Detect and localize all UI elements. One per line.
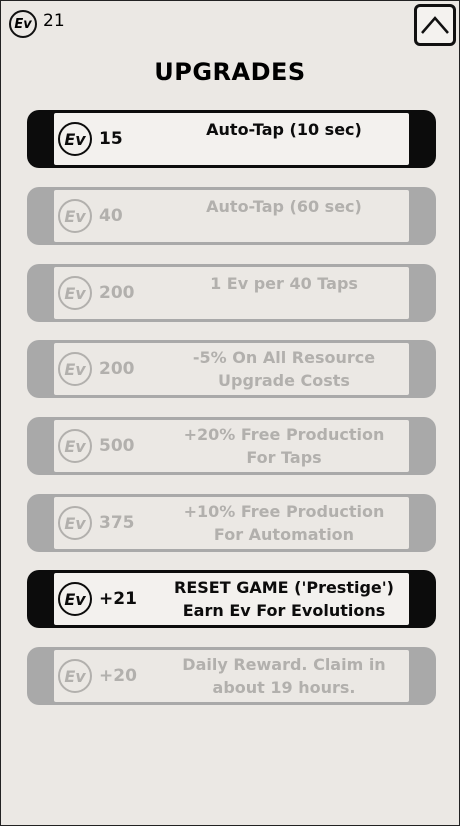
upgrade-auto-tap-60-button[interactable]: Ev 40 Auto-Tap (60 sec)	[27, 187, 436, 245]
upgrade-cost: 40	[99, 206, 123, 226]
reset-game-prestige-button[interactable]: Ev +21 RESET GAME ('Prestige') Earn Ev F…	[27, 570, 436, 628]
collapse-button[interactable]	[414, 4, 456, 46]
upgrade-free-production-automation-button[interactable]: Ev 375 +10% Free Production For Automati…	[27, 494, 436, 552]
ev-cost-icon: Ev	[58, 199, 92, 233]
upgrade-cost: 200	[99, 283, 135, 303]
upgrade-resource-cost-button[interactable]: Ev 200 -5% On All Resource Upgrade Costs	[27, 340, 436, 398]
ev-cost-icon: Ev	[58, 506, 92, 540]
upgrade-label: Auto-Tap (10 sec)	[206, 120, 362, 139]
upgrade-label: Daily Reward. Claim in about 19 hours.	[182, 655, 386, 697]
upgrade-reward: +21	[99, 589, 137, 609]
upgrade-label: +10% Free Production For Automation	[183, 502, 385, 544]
ev-cost-icon: Ev	[58, 352, 92, 386]
ev-reward-icon: Ev	[58, 659, 92, 693]
chevron-up-icon	[421, 16, 449, 34]
upgrade-reward: +20	[99, 666, 137, 686]
ev-cost-icon: Ev	[58, 429, 92, 463]
upgrade-auto-tap-10-button[interactable]: Ev 15 Auto-Tap (10 sec)	[27, 110, 436, 168]
upgrade-cost: 375	[99, 513, 135, 533]
page-title: UPGRADES	[154, 58, 306, 86]
upgrade-label: 1 Ev per 40 Taps	[210, 274, 358, 293]
upgrade-cost: 200	[99, 359, 135, 379]
upgrade-label: RESET GAME ('Prestige') Earn Ev For Evol…	[174, 578, 394, 620]
ev-currency-icon: Ev	[9, 10, 37, 38]
ev-currency-count: 21	[43, 11, 65, 31]
upgrade-ev-per-taps-button[interactable]: Ev 200 1 Ev per 40 Taps	[27, 264, 436, 322]
upgrade-cost: 500	[99, 436, 135, 456]
ev-cost-icon: Ev	[58, 276, 92, 310]
upgrade-label: -5% On All Resource Upgrade Costs	[192, 348, 376, 390]
daily-reward-button[interactable]: Ev +20 Daily Reward. Claim in about 19 h…	[27, 647, 436, 705]
ev-reward-icon: Ev	[58, 582, 92, 616]
upgrade-label: Auto-Tap (60 sec)	[206, 197, 362, 216]
upgrade-cost: 15	[99, 129, 123, 149]
ev-cost-icon: Ev	[58, 122, 92, 156]
upgrade-label: +20% Free Production For Taps	[183, 425, 385, 467]
upgrade-free-production-taps-button[interactable]: Ev 500 +20% Free Production For Taps	[27, 417, 436, 475]
